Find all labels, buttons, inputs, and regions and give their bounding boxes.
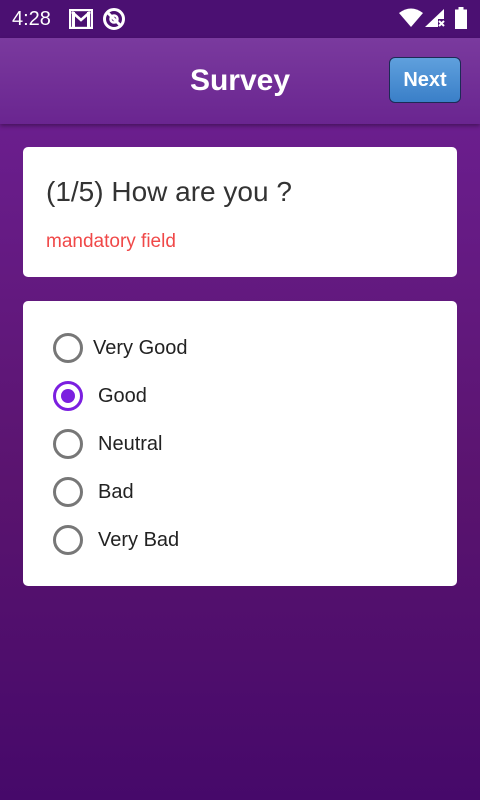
battery-icon [455, 7, 467, 29]
next-button[interactable]: Next [389, 57, 461, 103]
question-text: (1/5) How are you ? [46, 176, 292, 207]
gmail-icon [69, 9, 93, 29]
option-good[interactable]: Good [53, 379, 147, 413]
option-very-bad[interactable]: Very Bad [53, 523, 179, 557]
status-bar: 4:28 [0, 0, 480, 38]
radio-very-good[interactable] [53, 333, 83, 363]
option-label-neutral: Neutral [98, 433, 163, 455]
survey-screen: 4:28 Survey Next (1/5) How are you ? man… [0, 0, 480, 800]
option-label-very-good: Very Good [93, 337, 188, 359]
option-neutral[interactable]: Neutral [53, 427, 162, 461]
radio-good[interactable] [53, 381, 83, 411]
radio-bad[interactable] [53, 477, 83, 507]
option-bad[interactable]: Bad [53, 475, 134, 509]
status-time: 4:28 [12, 8, 51, 30]
option-very-good[interactable]: Very Good [53, 331, 188, 365]
radio-neutral[interactable] [53, 429, 83, 459]
option-label-very-bad: Very Bad [98, 529, 180, 551]
do-not-disturb-icon [103, 8, 125, 30]
option-label-bad: Bad [98, 481, 134, 503]
question-card: (1/5) How are you ? mandatory field [23, 147, 457, 277]
radio-very-bad[interactable] [53, 525, 83, 555]
option-label-good: Good [98, 385, 147, 407]
mandatory-field-note: mandatory field [46, 231, 176, 252]
signal-icon [425, 9, 445, 27]
wifi-icon [399, 8, 423, 27]
app-bar: Survey Next [0, 38, 480, 124]
answer-options-card: Very Good Good Neutral Bad Very Bad [23, 301, 457, 586]
